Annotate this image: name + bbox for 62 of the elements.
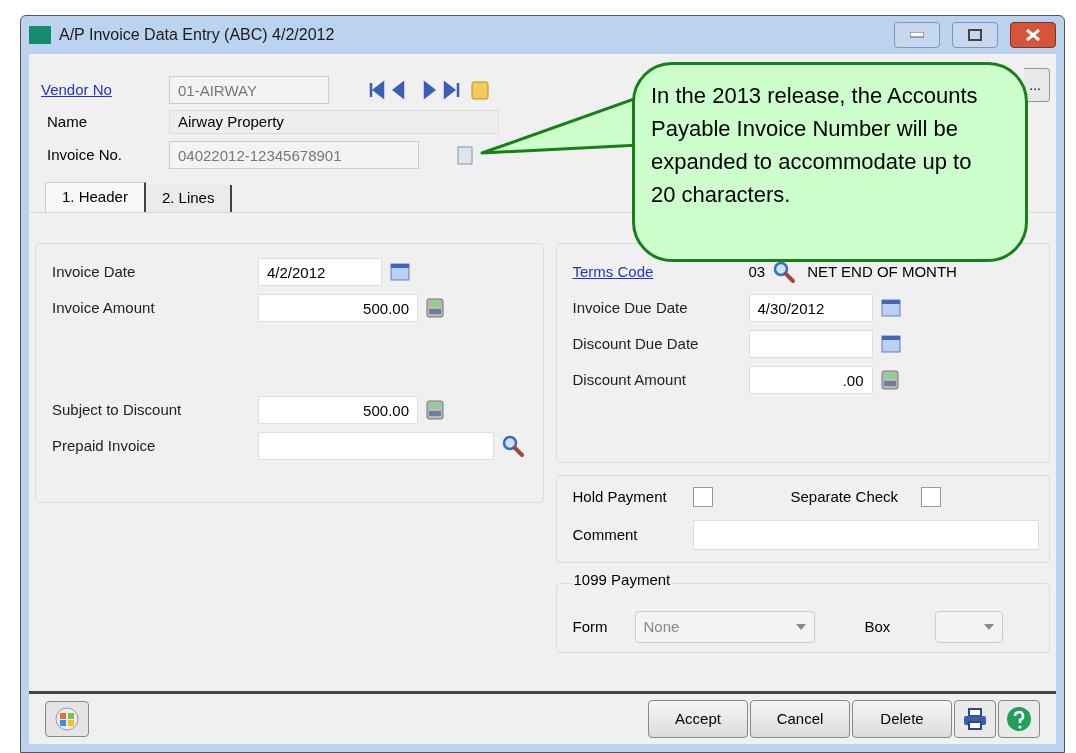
calculator-icon[interactable]	[426, 298, 444, 318]
dropdown-arrow-icon	[983, 624, 994, 630]
tab[interactable]: 1. Header	[45, 182, 146, 212]
amount-field[interactable]: 500.00	[258, 396, 418, 424]
box-label: Box	[864, 616, 892, 637]
checkbox[interactable]	[920, 487, 941, 507]
close-button[interactable]	[1010, 22, 1056, 48]
field-label: Invoice Amount	[52, 297, 156, 318]
app-logo-icon	[29, 26, 51, 44]
more-button[interactable]: ...	[1024, 68, 1050, 102]
maximize-icon	[968, 29, 982, 41]
amount-field[interactable]: 500.00	[258, 294, 418, 322]
field-label: Invoice Date	[52, 261, 137, 282]
dropdown-arrow-icon	[795, 624, 806, 630]
close-icon	[1026, 29, 1040, 41]
lookup-field[interactable]	[258, 432, 494, 460]
field-label: Discount Amount	[572, 369, 687, 390]
action-button[interactable]: Delete	[852, 700, 952, 738]
name-field: Airway Property	[169, 110, 499, 134]
field-label: Prepaid Invoice	[52, 435, 157, 456]
vendor-no-link[interactable]: Vendor No	[41, 78, 161, 102]
date-field[interactable]: 4/2/2012	[258, 258, 382, 286]
calendar-icon[interactable]	[880, 298, 901, 318]
invoice-no-field[interactable]: 04022012-12345678901	[169, 141, 419, 169]
print-button[interactable]	[954, 700, 996, 738]
invoice-no-label: Invoice No.	[46, 144, 124, 165]
printer-icon	[963, 708, 987, 730]
hold-payment-label: Hold Payment	[572, 486, 668, 507]
calendar-icon[interactable]	[880, 334, 901, 354]
action-button[interactable]: Accept	[648, 700, 748, 738]
search-icon[interactable]	[502, 435, 524, 457]
callout-text: In the 2013 release, the Accounts Payable Invoice Number will be expanded to accommodate up to 20 characters.	[632, 62, 1028, 262]
checkbox[interactable]	[692, 487, 713, 507]
date-field[interactable]: 4/30/2012	[748, 294, 873, 322]
window-title: A/P Invoice Data Entry (ABC) 4/2/2012	[59, 25, 335, 45]
minimize-icon	[910, 32, 924, 38]
maximize-button[interactable]	[952, 22, 998, 48]
comment-field[interactable]	[692, 520, 1039, 550]
calculator-icon[interactable]	[880, 370, 899, 390]
comment-label: Comment	[572, 524, 639, 545]
separate-check-label: Separate Check	[790, 486, 900, 507]
terms-code-value: 03	[748, 261, 766, 282]
dropdown-value: None	[643, 616, 680, 637]
calculator-icon[interactable]	[426, 400, 444, 420]
windows-logo-icon	[55, 707, 79, 731]
form-label: Form	[572, 616, 609, 637]
name-label: Name	[46, 111, 88, 132]
minimize-button[interactable]	[894, 22, 940, 48]
vendor-no-field[interactable]: 01-AIRWAY	[169, 76, 329, 104]
search-icon[interactable]	[773, 261, 796, 283]
calendar-icon[interactable]	[390, 262, 410, 282]
help-icon	[1006, 706, 1032, 732]
windows-logo-button[interactable]	[45, 701, 89, 737]
action-button[interactable]: Cancel	[750, 700, 850, 738]
date-field[interactable]	[748, 330, 873, 358]
tab[interactable]: 2. Lines	[145, 185, 233, 212]
field-label: Invoice Due Date	[572, 297, 689, 318]
field-label: Discount Due Date	[572, 333, 700, 354]
amount-field[interactable]: .00	[748, 366, 873, 394]
terms-description: NET END OF MONTH	[807, 261, 957, 282]
field-label: Subject to Discount	[52, 399, 183, 420]
terms-code-link[interactable]: Terms Code	[572, 260, 741, 284]
